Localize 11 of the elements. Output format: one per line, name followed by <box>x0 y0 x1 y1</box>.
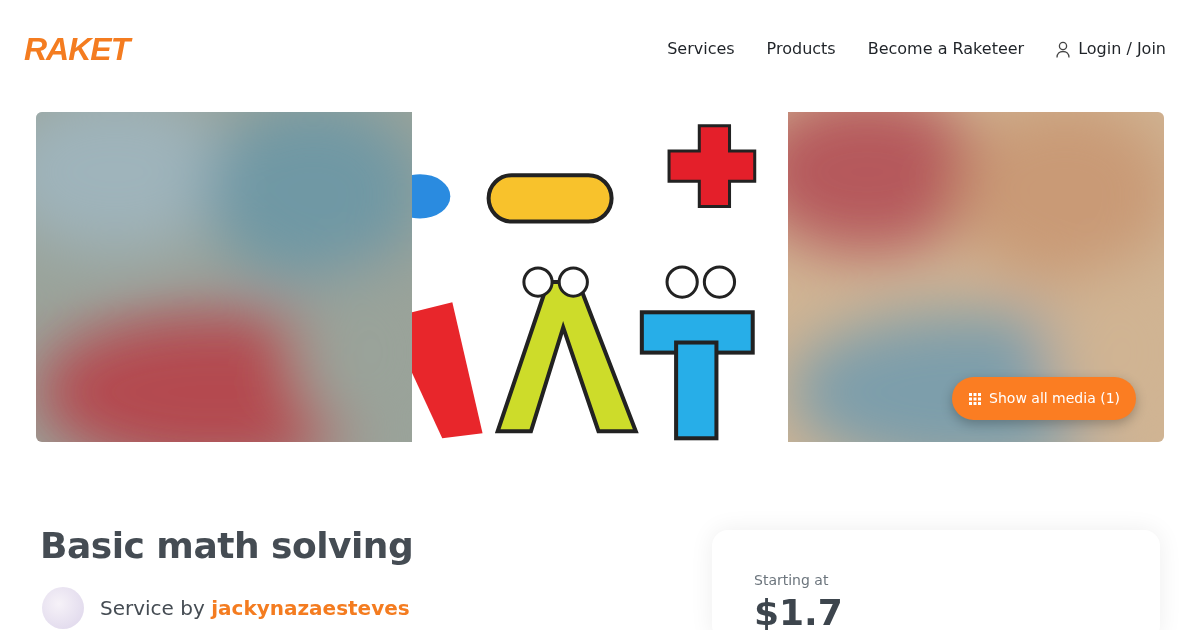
page-title: Basic math solving <box>40 524 414 568</box>
price: $1.7 <box>754 595 844 630</box>
grid-icon <box>969 392 982 405</box>
avatar <box>42 587 84 630</box>
nav-link[interactable]: Products <box>766 37 836 61</box>
nav-link[interactable]: Become a Raketeer <box>867 37 1025 61</box>
price-label: Starting at <box>754 571 830 590</box>
user-icon <box>1056 40 1071 58</box>
nav-link[interactable]: Services <box>667 37 735 61</box>
login-link[interactable]: Login / Join <box>1056 37 1166 61</box>
seller-line: Service by jackynazaesteves <box>100 595 410 623</box>
